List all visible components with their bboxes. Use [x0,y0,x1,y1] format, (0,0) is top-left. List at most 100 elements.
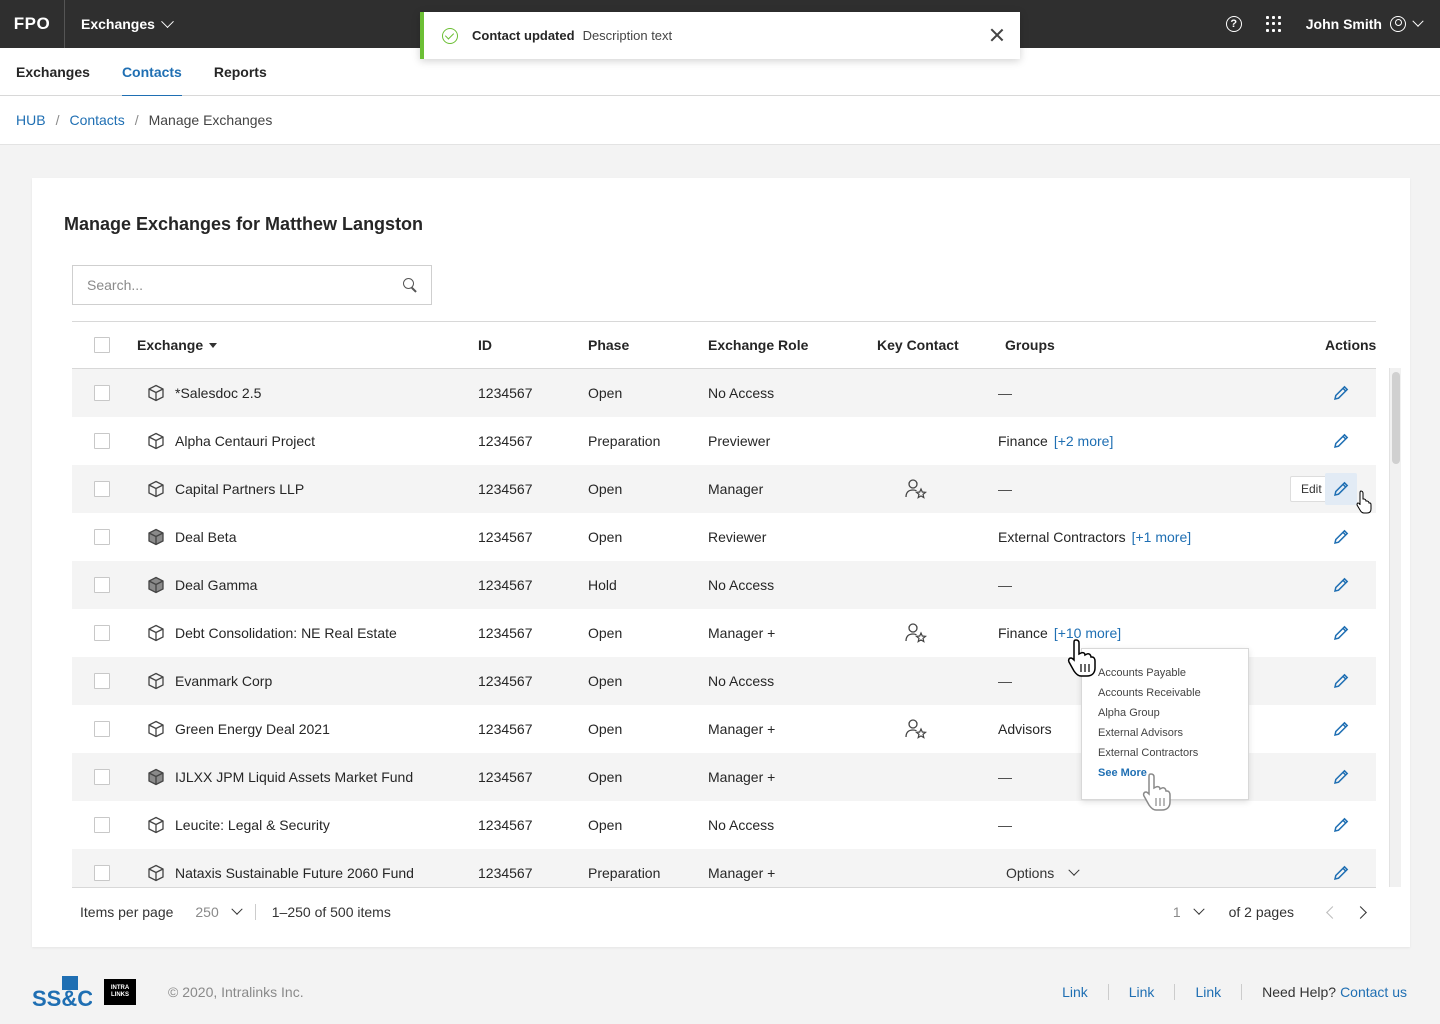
edit-button[interactable] [1325,569,1357,601]
table-row[interactable]: *Salesdoc 2.5 1234567 Open No Access — [72,369,1376,417]
exchange-name[interactable]: IJLXX JPM Liquid Assets Market Fund [175,769,413,785]
table-scrollbar[interactable] [1389,368,1401,887]
pencil-icon [1332,624,1350,642]
more-groups-link[interactable]: [+2 more] [1054,433,1114,449]
exchange-phase: Preparation [588,865,661,881]
exchange-name[interactable]: Capital Partners LLP [175,481,304,497]
options-dropdown[interactable]: Options [1006,864,1080,881]
app-logo[interactable]: FPO [0,0,65,48]
row-checkbox[interactable] [94,769,110,785]
items-per-page-select[interactable]: 250 [195,903,243,920]
more-groups-link[interactable]: [+10 more] [1054,625,1121,641]
table-row[interactable]: Deal Gamma 1234567 Hold No Access — [72,561,1376,609]
table-row[interactable]: Alpha Centauri Project 1234567 Preparation… [72,417,1376,465]
edit-button[interactable] [1325,713,1357,745]
group-name: — [998,769,1012,785]
edit-button[interactable] [1325,809,1357,841]
box-filled-icon [137,576,175,594]
exchange-id: 1234567 [478,817,533,833]
exchange-id: 1234567 [478,481,533,497]
pencil-icon [1332,672,1350,690]
row-checkbox[interactable] [94,817,110,833]
ssc-logo: SS&C [32,976,92,1008]
close-icon[interactable] [990,28,1004,42]
exchange-name[interactable]: Evanmark Corp [175,673,272,689]
row-checkbox[interactable] [94,433,110,449]
help-icon[interactable]: ? [1225,16,1242,32]
footer-link[interactable]: Link [1195,984,1221,1000]
pencil-icon [1332,816,1350,834]
intralinks-logo-line1: INTRA [110,985,130,991]
sort-desc-icon [209,342,218,348]
column-header-exchange[interactable]: Exchange [137,322,218,368]
exchange-name[interactable]: Debt Consolidation: NE Real Estate [175,625,397,641]
pencil-icon [1332,864,1350,882]
exchange-name[interactable]: Nataxis Sustainable Future 2060 Fund [175,865,414,881]
row-checkbox[interactable] [94,865,110,881]
options-label: Options [1006,865,1055,881]
chevron-down-icon [1412,15,1424,27]
row-checkbox[interactable] [94,529,110,545]
edit-button[interactable] [1325,665,1357,697]
tab-reports[interactable]: Reports [198,48,283,96]
exchange-name[interactable]: Leucite: Legal & Security [175,817,330,833]
app-grid-icon[interactable] [1265,16,1282,32]
chevron-down-icon [1068,864,1080,876]
tab-contacts[interactable]: Contacts [106,48,198,97]
key-contact-icon [877,622,927,644]
contact-us-link[interactable]: Contact us [1340,984,1407,1000]
previous-page-button[interactable] [1314,896,1346,928]
edit-button[interactable] [1325,473,1357,505]
box-outline-icon [137,384,175,402]
row-checkbox[interactable] [94,577,110,593]
pencil-icon [1332,576,1350,594]
see-more-link[interactable]: See More [1098,767,1248,779]
row-checkbox[interactable] [94,721,110,737]
table-row[interactable]: Deal Beta 1234567 Open Reviewer External Con… [72,513,1376,561]
exchange-name[interactable]: Alpha Centauri Project [175,433,315,449]
edit-button[interactable] [1325,761,1357,793]
select-all-checkbox[interactable] [94,337,110,353]
table-body: *Salesdoc 2.5 1234567 Open No Access — Alpha … [72,369,1376,887]
next-page-button[interactable] [1346,896,1378,928]
footer: SS&C INTRA LINKS © 2020, Intralinks Inc.… [0,960,1440,1024]
chevron-left-icon [1325,905,1339,919]
row-checkbox[interactable] [94,385,110,401]
exchange-role: No Access [708,817,775,833]
row-checkbox[interactable] [94,625,110,641]
app-switcher[interactable]: Exchanges [65,0,188,48]
edit-button[interactable] [1325,617,1357,649]
breadcrumb-contacts[interactable]: Contacts [69,112,124,128]
edit-button[interactable] [1325,857,1357,887]
row-checkbox[interactable] [94,673,110,689]
exchange-name[interactable]: Deal Beta [175,529,236,545]
divider [1107,984,1109,1000]
exchange-role: Reviewer [708,529,767,545]
table-row[interactable]: Nataxis Sustainable Future 2060 Fund 1234… [72,849,1376,887]
box-outline-icon [137,624,175,642]
search-icon[interactable] [403,278,417,292]
search-input[interactable] [87,277,403,293]
footer-link[interactable]: Link [1062,984,1088,1000]
footer-link[interactable]: Link [1129,984,1155,1000]
table-row[interactable]: Capital Partners LLP 1234567 Open Manager — E… [72,465,1376,513]
page-select[interactable]: 1 [1173,903,1205,920]
edit-button[interactable] [1325,425,1357,457]
exchange-name[interactable]: *Salesdoc 2.5 [175,385,261,401]
exchange-id: 1234567 [478,769,533,785]
row-checkbox[interactable] [94,481,110,497]
exchange-role: Manager + [708,769,776,785]
edit-button[interactable] [1325,377,1357,409]
group-name: Advisors [998,721,1052,737]
tab-exchanges[interactable]: Exchanges [0,48,106,96]
scrollbar-thumb[interactable] [1392,372,1400,464]
more-groups-link[interactable]: [+1 more] [1132,529,1192,545]
edit-button[interactable] [1325,521,1357,553]
toast-description: Description text [582,28,673,43]
table-row[interactable]: Leucite: Legal & Security 1234567 Open No A… [72,801,1376,849]
exchange-name[interactable]: Green Energy Deal 2021 [175,721,330,737]
breadcrumb-hub[interactable]: HUB [16,112,46,128]
user-menu[interactable]: John Smith [1306,15,1424,32]
exchange-name[interactable]: Deal Gamma [175,577,257,593]
exchange-phase: Open [588,529,623,545]
